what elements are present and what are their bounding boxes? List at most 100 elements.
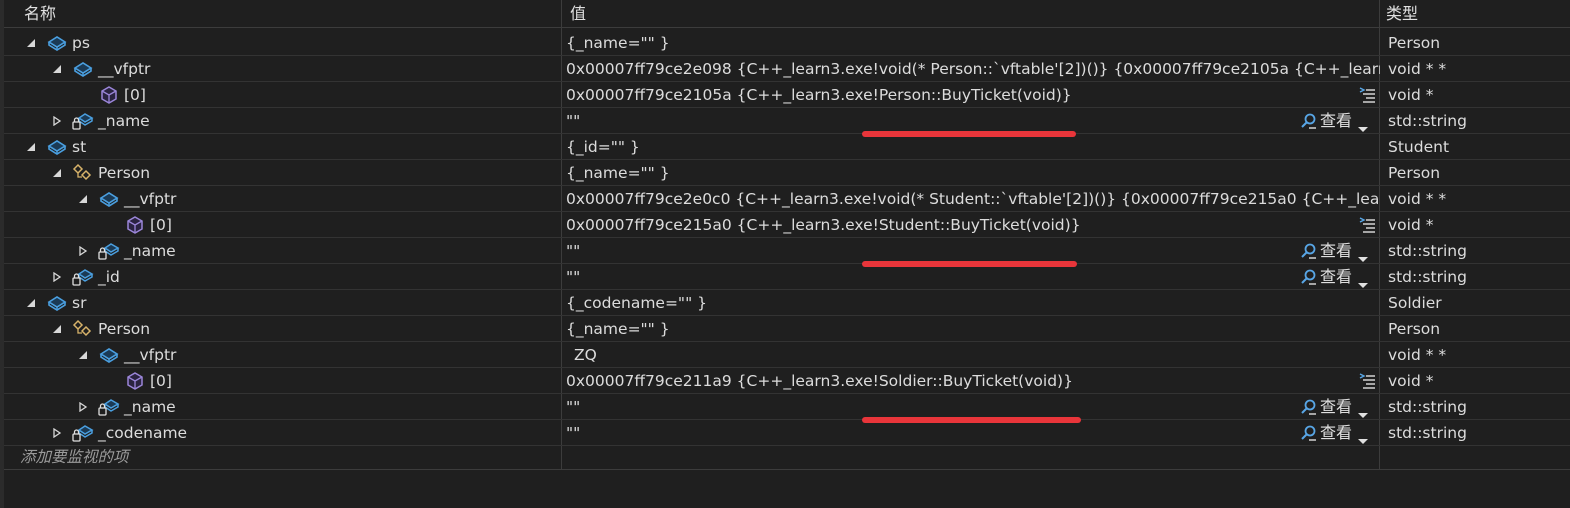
variable-name: __vfptr: [98, 60, 151, 78]
name-cell[interactable]: _name: [4, 238, 561, 264]
value-cell[interactable]: 0x00007ff79ce211a9 {C++_learn3.exe!Soldi…: [566, 368, 1380, 394]
watch-row[interactable]: [0] 0x00007ff79ce215a0 {C++_learn3.exe!St…: [4, 212, 1570, 238]
name-cell[interactable]: [0]: [4, 82, 561, 108]
watch-row[interactable]: [0] 0x00007ff79ce2105a {C++_learn3.exe!Pe…: [4, 82, 1570, 108]
name-cell[interactable]: _name: [4, 394, 561, 420]
private-field-lock-icon: [98, 397, 120, 417]
watch-row[interactable]: _name "" 查看 std::string: [4, 108, 1570, 134]
type-cell: Soldier: [1384, 290, 1570, 316]
header-name[interactable]: 名称: [20, 0, 560, 28]
triangle-collapsed-icon[interactable]: [78, 246, 88, 256]
variable-name: _id: [98, 268, 120, 286]
base-class-icon: [72, 319, 94, 339]
name-cell[interactable]: [0]: [4, 212, 561, 238]
name-cell[interactable]: __vfptr: [4, 342, 561, 368]
chevron-down-icon[interactable]: [1358, 116, 1369, 132]
value-cell[interactable]: {_name="" }: [566, 316, 1380, 342]
add-watch-placeholder[interactable]: 添加要监视的项: [20, 444, 129, 470]
triangle-collapsed-icon[interactable]: [52, 116, 62, 126]
triangle-collapsed-icon[interactable]: [52, 428, 62, 438]
watch-row[interactable]: _codename "" 查看 std::string: [4, 420, 1570, 446]
name-cell[interactable]: _codename: [4, 420, 561, 446]
watch-row[interactable]: __vfptr 0x00007ff79ce2e098 {C++_learn3.ex…: [4, 56, 1570, 82]
triangle-collapsed-icon[interactable]: [52, 272, 62, 282]
watch-row[interactable]: [0] 0x00007ff79ce211a9 {C++_learn3.exe!So…: [4, 368, 1570, 394]
value-cell[interactable]: {_codename="" }: [566, 290, 1380, 316]
red-underline-annotation: [862, 417, 1081, 423]
view-button[interactable]: 查看: [1300, 420, 1369, 446]
name-cell[interactable]: __vfptr: [4, 56, 561, 82]
format-list-icon[interactable]: [1358, 372, 1376, 390]
view-button[interactable]: 查看: [1300, 238, 1369, 264]
view-button[interactable]: 查看: [1300, 394, 1369, 420]
variable-name: st: [72, 138, 87, 156]
name-cell[interactable]: Person: [4, 160, 561, 186]
value-cell[interactable]: 0x00007ff79ce2105a {C++_learn3.exe!Perso…: [566, 82, 1380, 108]
triangle-expanded-icon[interactable]: [52, 64, 62, 74]
watch-row[interactable]: _name "" 查看 std::string: [4, 238, 1570, 264]
add-watch-row[interactable]: 添加要监视的项: [4, 444, 1570, 470]
private-field-lock-icon: [72, 111, 94, 131]
value-cell[interactable]: 0x00007ff79ce2e0c0 {C++_learn3.exe!void(…: [566, 186, 1380, 212]
triangle-expanded-icon[interactable]: [26, 38, 36, 48]
value-cell[interactable]: 0x00007ff79ce215a0 {C++_learn3.exe!Stude…: [566, 212, 1380, 238]
value-cell[interactable]: "" 查看: [566, 264, 1380, 290]
view-button[interactable]: 查看: [1300, 108, 1369, 134]
triangle-expanded-icon[interactable]: [26, 298, 36, 308]
value-cell[interactable]: "" 查看: [566, 420, 1380, 446]
header-type[interactable]: 类型: [1382, 0, 1562, 28]
chevron-down-icon[interactable]: [1358, 272, 1369, 288]
type-cell: void * *: [1384, 342, 1570, 368]
watch-row[interactable]: sr {_codename="" } Soldier: [4, 290, 1570, 316]
variable-type: Person: [1388, 320, 1441, 338]
name-cell[interactable]: ps: [4, 30, 561, 56]
watch-row[interactable]: ps {_name="" } Person: [4, 30, 1570, 56]
chevron-down-icon[interactable]: [1358, 428, 1369, 444]
variable-value: "": [566, 242, 581, 260]
watch-row[interactable]: _name "" 查看 std::string: [4, 394, 1570, 420]
watch-row[interactable]: __vfptr 0x00007ff79ce2e0c0 {C++_learn3.ex…: [4, 186, 1570, 212]
watch-row[interactable]: _id "" 查看 std::string: [4, 264, 1570, 290]
triangle-expanded-icon[interactable]: [52, 168, 62, 178]
field-cube-icon: [72, 59, 94, 79]
value-cell[interactable]: {_name="" }: [566, 160, 1380, 186]
format-list-icon[interactable]: [1358, 216, 1376, 234]
variable-value: {_id="" }: [566, 138, 640, 156]
chevron-down-icon[interactable]: [1358, 246, 1369, 262]
triangle-expanded-icon[interactable]: [78, 194, 88, 204]
watch-row[interactable]: __vfptr ZQ void * *: [4, 342, 1570, 368]
value-cell[interactable]: ZQ: [566, 342, 1380, 368]
variable-value: "": [566, 398, 581, 416]
variable-type: Student: [1388, 138, 1450, 156]
watch-row[interactable]: Person {_name="" } Person: [4, 160, 1570, 186]
name-cell[interactable]: _id: [4, 264, 561, 290]
name-cell[interactable]: __vfptr: [4, 186, 561, 212]
value-cell[interactable]: {_name="" }: [566, 30, 1380, 56]
name-cell[interactable]: sr: [4, 290, 561, 316]
watch-row[interactable]: st {_id="" } Student: [4, 134, 1570, 160]
private-field-lock-icon: [72, 267, 94, 287]
variable-name: _name: [124, 398, 176, 416]
chevron-down-icon[interactable]: [1358, 402, 1369, 418]
name-cell[interactable]: st: [4, 134, 561, 160]
value-cell[interactable]: {_id="" }: [566, 134, 1380, 160]
type-cell: Student: [1384, 134, 1570, 160]
value-cell[interactable]: 0x00007ff79ce2e098 {C++_learn3.exe!void(…: [566, 56, 1380, 82]
header-value[interactable]: 值: [566, 0, 1376, 28]
watch-row[interactable]: Person {_name="" } Person: [4, 316, 1570, 342]
format-list-icon[interactable]: [1358, 86, 1376, 104]
view-label: 查看: [1320, 423, 1353, 442]
view-button[interactable]: 查看: [1300, 264, 1369, 290]
magnifier-icon: [1300, 424, 1318, 442]
element-cube-icon: [98, 85, 120, 105]
magnifier-icon: [1300, 268, 1318, 286]
triangle-collapsed-icon[interactable]: [78, 402, 88, 412]
name-cell[interactable]: _name: [4, 108, 561, 134]
field-cube-icon: [46, 33, 68, 53]
triangle-expanded-icon[interactable]: [78, 350, 88, 360]
name-cell[interactable]: Person: [4, 316, 561, 342]
name-cell[interactable]: [0]: [4, 368, 561, 394]
triangle-expanded-icon[interactable]: [26, 142, 36, 152]
triangle-expanded-icon[interactable]: [52, 324, 62, 334]
type-cell: Person: [1384, 30, 1570, 56]
